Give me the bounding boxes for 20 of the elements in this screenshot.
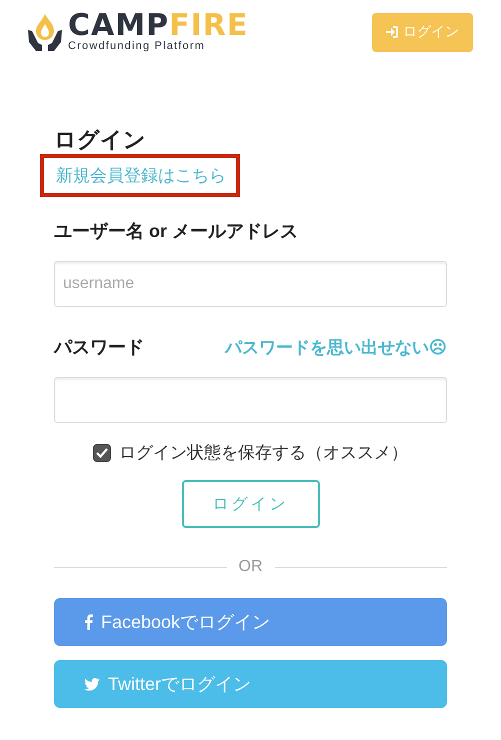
remember-label: ログイン状態を保存する（オススメ）	[119, 442, 408, 464]
remember-checkbox[interactable]	[93, 444, 111, 462]
divider-label: OR	[238, 558, 262, 576]
page-title: ログイン	[54, 126, 147, 154]
username-field[interactable]: username	[54, 261, 447, 307]
logo-tagline: Crowdfunding Platform	[68, 40, 206, 52]
login-button[interactable]: ログイン	[182, 480, 320, 528]
password-label: パスワード	[54, 336, 144, 359]
facebook-icon	[84, 614, 93, 630]
facebook-login-button[interactable]: Facebookでログイン	[54, 598, 447, 646]
username-label: ユーザー名 or メールアドレス	[54, 220, 300, 243]
signup-link[interactable]: 新規会員登録はこちら	[56, 166, 226, 185]
twitter-login-button[interactable]: Twitterでログイン	[54, 660, 447, 708]
sign-in-icon	[386, 26, 398, 38]
password-field[interactable]	[54, 377, 447, 423]
header-login-button[interactable]: ログイン	[372, 12, 473, 52]
forgot-password-link[interactable]: パスワードを思い出せない☹	[225, 336, 447, 359]
flame-hands-icon	[26, 12, 64, 52]
logo-wordmark: CAMPFIRE	[68, 12, 248, 40]
bird-icon	[84, 678, 100, 690]
